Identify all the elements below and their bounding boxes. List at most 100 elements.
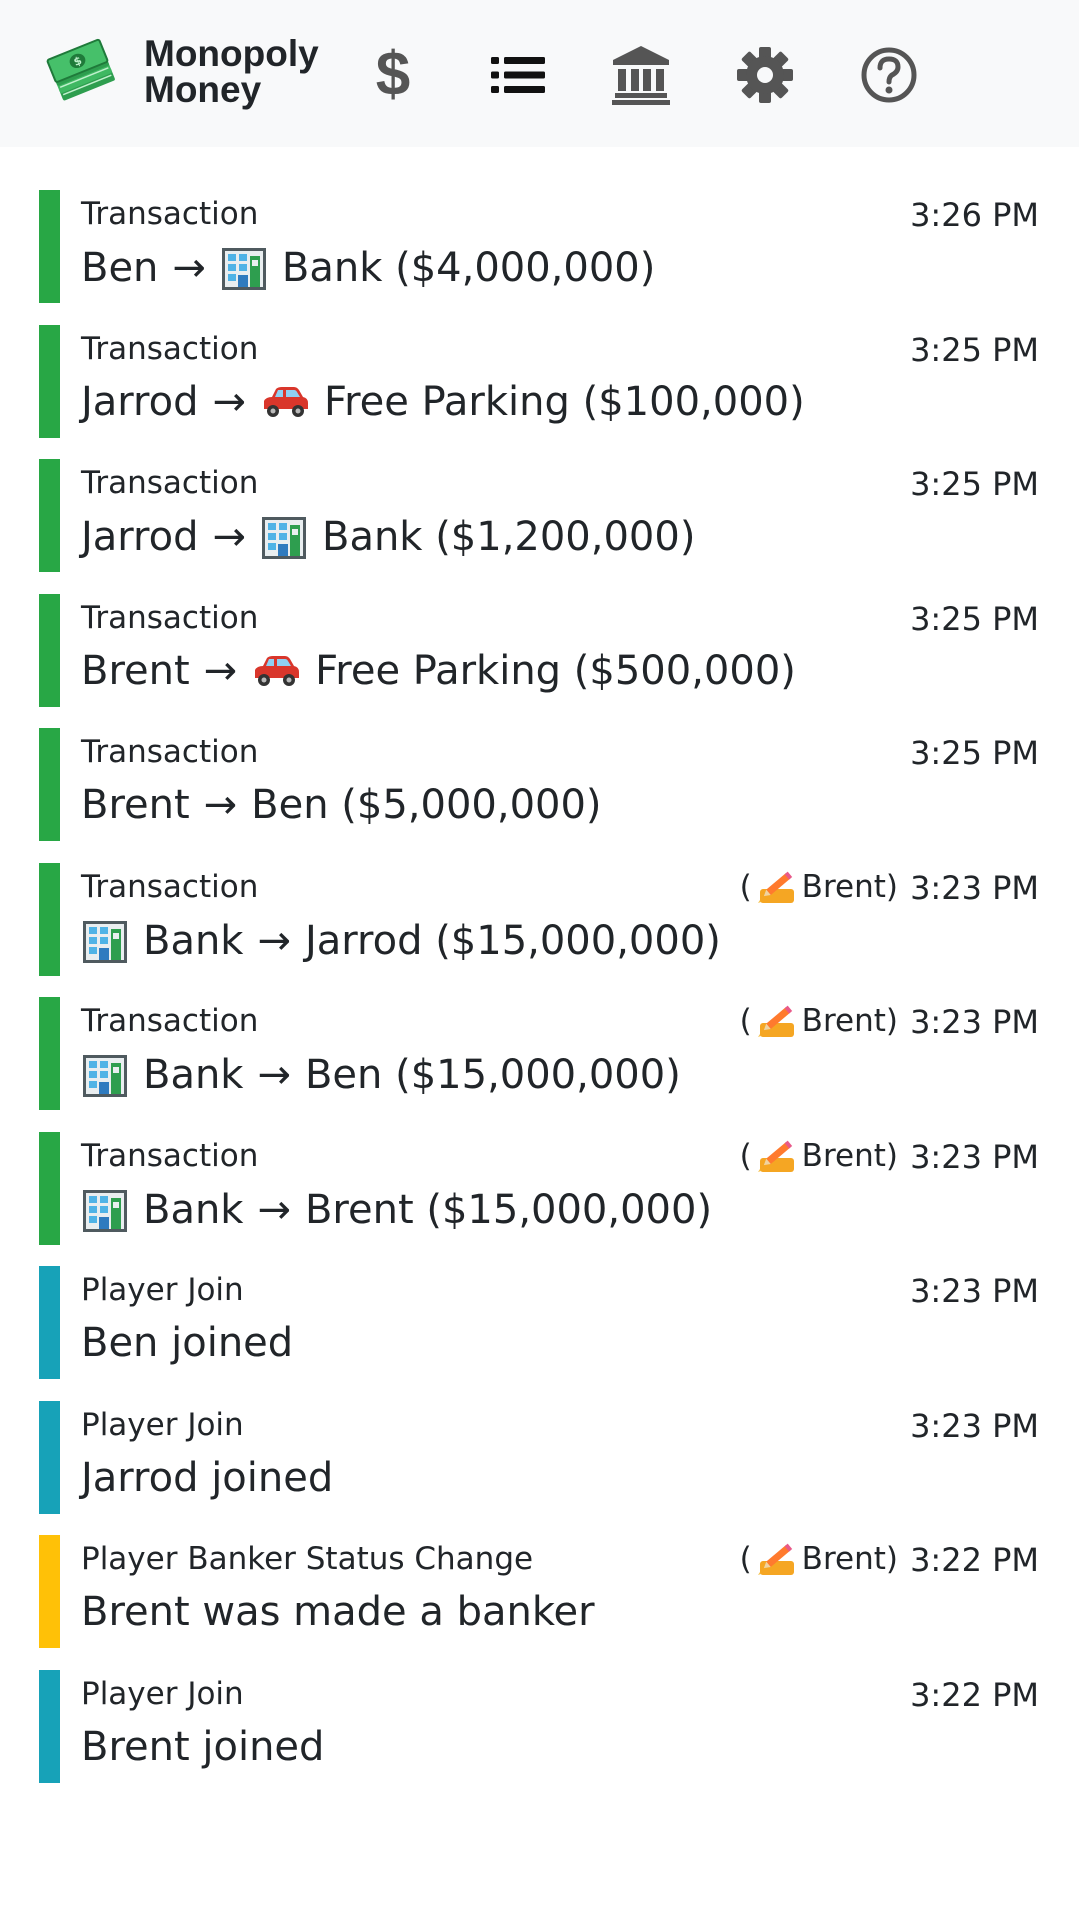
entry-text: Brent was made a banker <box>81 1589 595 1635</box>
entry-description: Ben joined <box>81 1320 293 1366</box>
entry-text: Ben joined <box>81 1320 294 1366</box>
entry-text: Brent joined <box>81 1723 325 1770</box>
dollar-icon: $ <box>375 40 411 109</box>
history-entry: Transaction 3:25 PM Jarrod → Bank ($1,200,00… <box>39 459 1039 572</box>
paren-close: ) <box>885 868 898 905</box>
brand-name: Monopoly Money <box>144 33 319 110</box>
from-player: Bank <box>143 1052 244 1098</box>
from-player: Ben <box>81 245 159 291</box>
actor-name: Brent <box>801 1541 886 1577</box>
entry-description: Jarrod → Free Parking ($100,000) <box>81 379 805 425</box>
pencil-icon <box>756 1541 796 1577</box>
transaction-amount: ($4,000,000) <box>395 245 656 291</box>
nav-dollar-button[interactable]: $ <box>358 40 428 110</box>
top-navbar: $ Monopoly Money $ <box>0 0 1079 147</box>
list-icon <box>491 57 545 93</box>
paren-open: ( <box>739 1137 752 1174</box>
entry-description: Bank → Jarrod ($15,000,000) <box>81 917 721 965</box>
entry-timestamp: 3:22 PM <box>910 1541 1039 1579</box>
entry-timestamp: 3:23 PM <box>910 1272 1039 1310</box>
from-player: Bank <box>143 1186 244 1233</box>
entry-type-label: Player Join <box>81 1406 244 1443</box>
entry-timestamp: 3:23 PM <box>910 868 1039 907</box>
nav-settings-button[interactable] <box>730 40 800 110</box>
arrow-icon: → <box>257 1186 291 1233</box>
arrow-icon: → <box>212 514 246 560</box>
history-entry: Transaction 3:25 PM Jarrod → Free Parking ($… <box>39 324 1039 438</box>
to-player: Bank <box>281 245 383 291</box>
entry-timestamp: 3:23 PM <box>910 1003 1039 1041</box>
car-icon <box>251 654 301 688</box>
entry-type-label: Transaction <box>81 868 259 905</box>
entry-timestamp: 3:25 PM <box>910 465 1039 503</box>
transaction-amount: ($100,000) <box>582 378 805 425</box>
arrow-icon: → <box>172 245 206 291</box>
entry-timestamp: 3:25 PM <box>910 330 1039 369</box>
to-player: Bank <box>322 514 423 560</box>
entry-description: Ben → Bank ($4,000,000) <box>81 244 655 292</box>
arrow-icon: → <box>212 378 246 425</box>
to-player: Ben <box>251 782 329 828</box>
history-entry: Transaction 3:23 PM (Brent) Bank → Ben ($15,0… <box>39 997 1039 1110</box>
actor-name: Brent <box>801 868 886 905</box>
entry-timestamp: 3:23 PM <box>910 1406 1039 1445</box>
entry-actor: ( Brent) <box>740 869 898 905</box>
entry-description: Jarrod → Bank ($1,200,000) <box>81 513 695 561</box>
transaction-amount: ($1,200,000) <box>435 514 696 560</box>
entry-description: Brent → Free Parking ($500,000) <box>81 648 796 694</box>
history-entry: Transaction 3:23 PM (Brent) Bank → Brent ($15… <box>39 1131 1039 1245</box>
from-player: Jarrod <box>81 514 199 560</box>
nav-history-button[interactable] <box>483 40 553 110</box>
entry-type-label: Transaction <box>81 1003 259 1039</box>
paren-open: ( <box>739 868 752 905</box>
entry-type-label: Transaction <box>81 599 259 636</box>
from-player: Jarrod <box>81 378 199 425</box>
from-player: Brent <box>81 782 190 828</box>
bank-building-icon <box>81 1186 129 1234</box>
pencil-icon <box>756 869 796 905</box>
paren-close: ) <box>885 1003 898 1039</box>
entry-description: Brent was made a banker <box>81 1589 595 1635</box>
pencil-icon <box>756 1003 796 1039</box>
history-entry: Transaction 3:26 PM Ben → Bank ($4,000,000) <box>39 190 1039 303</box>
entry-actor: ( Brent) <box>740 1138 898 1174</box>
bank-building-icon <box>81 917 129 965</box>
from-player: Bank <box>143 917 244 964</box>
entry-actor: (Brent) <box>740 1541 898 1577</box>
transaction-amount: ($15,000,000) <box>395 1052 681 1098</box>
actor-name: Brent <box>801 1137 886 1174</box>
arrow-icon: → <box>203 647 238 694</box>
entry-type-label: Transaction <box>81 734 259 770</box>
pencil-icon <box>756 1138 796 1174</box>
transaction-amount: ($15,000,000) <box>426 1186 713 1233</box>
transaction-amount: ($5,000,000) <box>341 782 602 828</box>
transaction-amount: ($15,000,000) <box>435 917 721 964</box>
help-icon <box>861 47 917 103</box>
history-entry: Transaction 3:25 PM Brent → Ben ($5,000,000) <box>39 728 1039 841</box>
history-entry: Transaction 3:25 PM Brent → Free Parking ($5… <box>39 593 1039 707</box>
entry-timestamp: 3:25 PM <box>910 734 1039 772</box>
nav-bank-button[interactable] <box>606 40 676 110</box>
paren-open: ( <box>739 1541 752 1577</box>
nav-help-button[interactable] <box>854 40 924 110</box>
entry-type-label: Player Join <box>81 1272 244 1308</box>
entry-timestamp: 3:25 PM <box>910 599 1039 638</box>
arrow-icon: → <box>257 917 291 964</box>
entry-type-label: Transaction <box>81 1137 259 1174</box>
entry-text: Jarrod joined <box>81 1454 334 1501</box>
paren-close: ) <box>885 1137 898 1174</box>
from-player: Brent <box>81 647 190 694</box>
gear-icon <box>737 47 793 103</box>
to-player: Free Parking <box>324 378 570 425</box>
entry-description: Brent joined <box>81 1724 324 1770</box>
entry-description: Jarrod joined <box>81 1455 333 1501</box>
to-player: Brent <box>304 1186 414 1233</box>
history-entry: Player Banker Status Change 3:22 PM (Brent… <box>39 1535 1039 1648</box>
to-player: Ben <box>304 1052 383 1098</box>
to-player: Jarrod <box>304 917 423 964</box>
